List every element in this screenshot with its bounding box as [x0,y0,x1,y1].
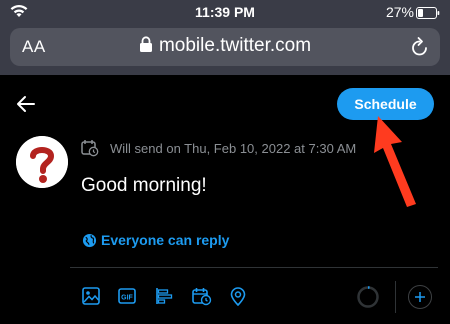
battery-percentage: 27% [385,4,414,20]
back-arrow-icon[interactable] [16,95,36,118]
reload-icon[interactable] [410,36,430,63]
image-icon[interactable] [82,287,100,310]
divider [70,267,438,268]
character-count-ring-icon [356,285,380,314]
status-bar: 11:39 PM 27% [0,0,450,26]
reply-setting-button[interactable]: Everyone can reply [82,232,229,248]
svg-text:GIF: GIF [121,295,133,302]
lock-icon [139,36,153,59]
avatar[interactable] [16,136,68,188]
add-tweet-button[interactable] [408,285,432,309]
toolbar-separator [395,281,396,313]
url-text: mobile.twitter.com [158,35,312,56]
schedule-icon[interactable] [192,287,212,311]
tweet-text[interactable]: Good morning! [81,175,207,197]
url-display[interactable]: mobile.twitter.com [10,35,440,59]
annotation-arrow-icon [372,112,422,213]
reply-setting-label: Everyone can reply [101,232,230,248]
battery-icon [416,6,440,22]
poll-icon[interactable] [155,287,173,310]
globe-icon [82,233,97,248]
gif-icon[interactable]: GIF [118,287,136,310]
address-bar[interactable]: AA mobile.twitter.com [10,28,440,66]
plus-icon [415,292,425,302]
schedule-calendar-icon [81,139,99,162]
browser-chrome: 11:39 PM 27% AA mobile.twitter.com [0,0,450,75]
status-time: 11:39 PM [195,4,255,20]
scheduled-send-info[interactable]: Will send on Thu, Feb 10, 2022 at 7:30 A… [110,141,356,156]
location-icon[interactable] [230,287,246,311]
